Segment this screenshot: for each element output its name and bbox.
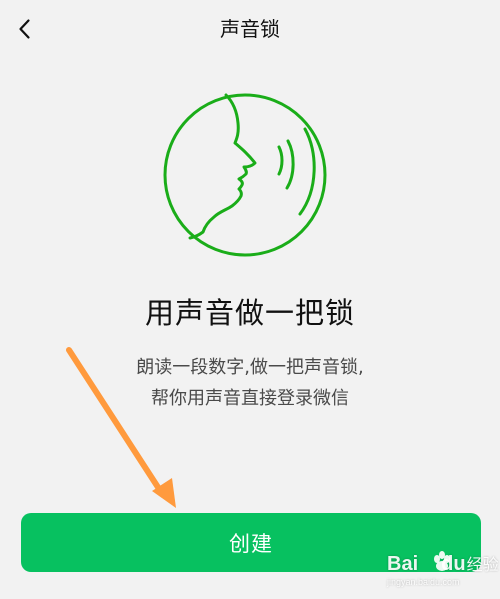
description-line-2: 帮你用声音直接登录微信 — [151, 388, 349, 409]
watermark-url: jingyan.baidu.com — [387, 577, 460, 587]
description-line-1: 朗读一段数字,做一把声音锁, — [136, 357, 364, 378]
voice-face-icon — [163, 93, 327, 257]
description: 朗读一段数字,做一把声音锁, 帮你用声音直接登录微信 — [0, 352, 500, 414]
create-button[interactable]: 创建 — [21, 513, 481, 572]
navigation-bar: 声音锁 — [0, 0, 500, 60]
page-title: 声音锁 — [220, 17, 280, 41]
headline: 用声音做一把锁 — [144, 296, 355, 330]
